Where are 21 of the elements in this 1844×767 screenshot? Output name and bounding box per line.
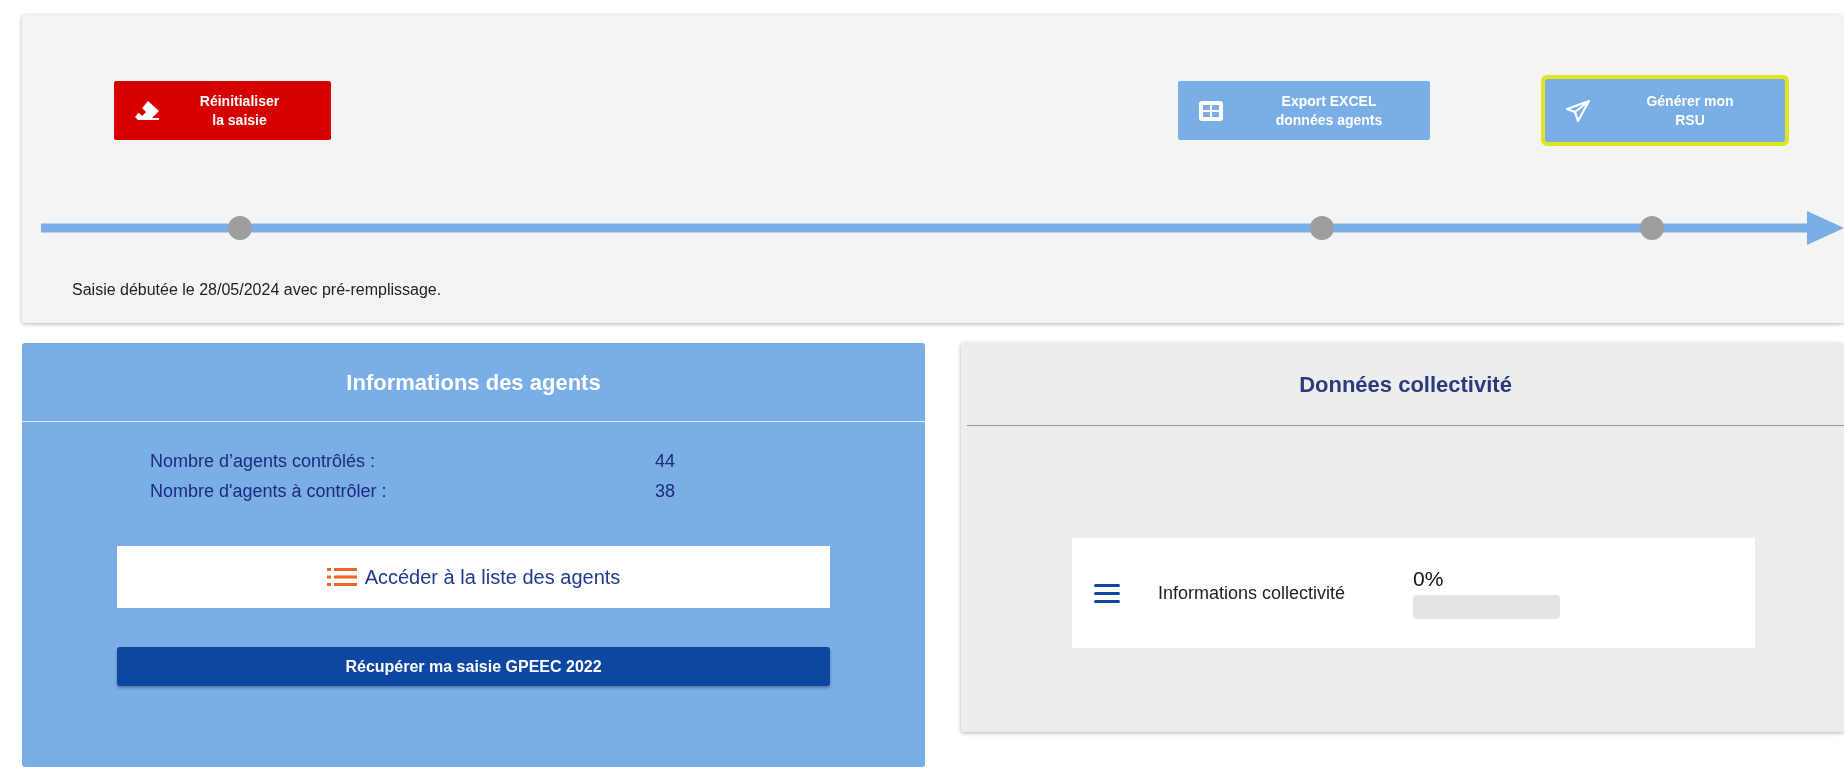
section-label: Informations collectivité	[1158, 581, 1347, 605]
send-icon	[1565, 98, 1591, 123]
stat-label: Nombre d'agents à contrôler :	[150, 480, 388, 503]
progress-percent: 0%	[1413, 567, 1445, 591]
list-icon	[326, 567, 357, 587]
stat-value: 44	[655, 450, 676, 473]
milestone-dot	[1640, 216, 1664, 240]
eraser-icon	[134, 99, 160, 122]
section-row[interactable]: Informations collectivité 0%	[1072, 538, 1755, 648]
milestone-dot	[1310, 216, 1334, 240]
menu-icon	[1094, 582, 1120, 604]
agent-list-link[interactable]: Accéder à la liste des agents	[117, 546, 830, 608]
milestone-dot	[228, 216, 252, 240]
table-icon	[1198, 99, 1224, 122]
reset-button[interactable]: Réinitialiser la saisie	[114, 81, 331, 140]
stat-value: 38	[655, 480, 676, 503]
retrieve-button[interactable]: Récupérer ma saisie GPEEC 2022	[117, 647, 830, 686]
stat-label: Nombre d’agents contrôlés :	[150, 450, 377, 473]
card-title: Informations des agents	[22, 343, 925, 422]
card-title: Données collectivité	[967, 343, 1844, 426]
status-text: Saisie débutée le 28/05/2024 avec pré-remplissage.	[72, 280, 442, 300]
